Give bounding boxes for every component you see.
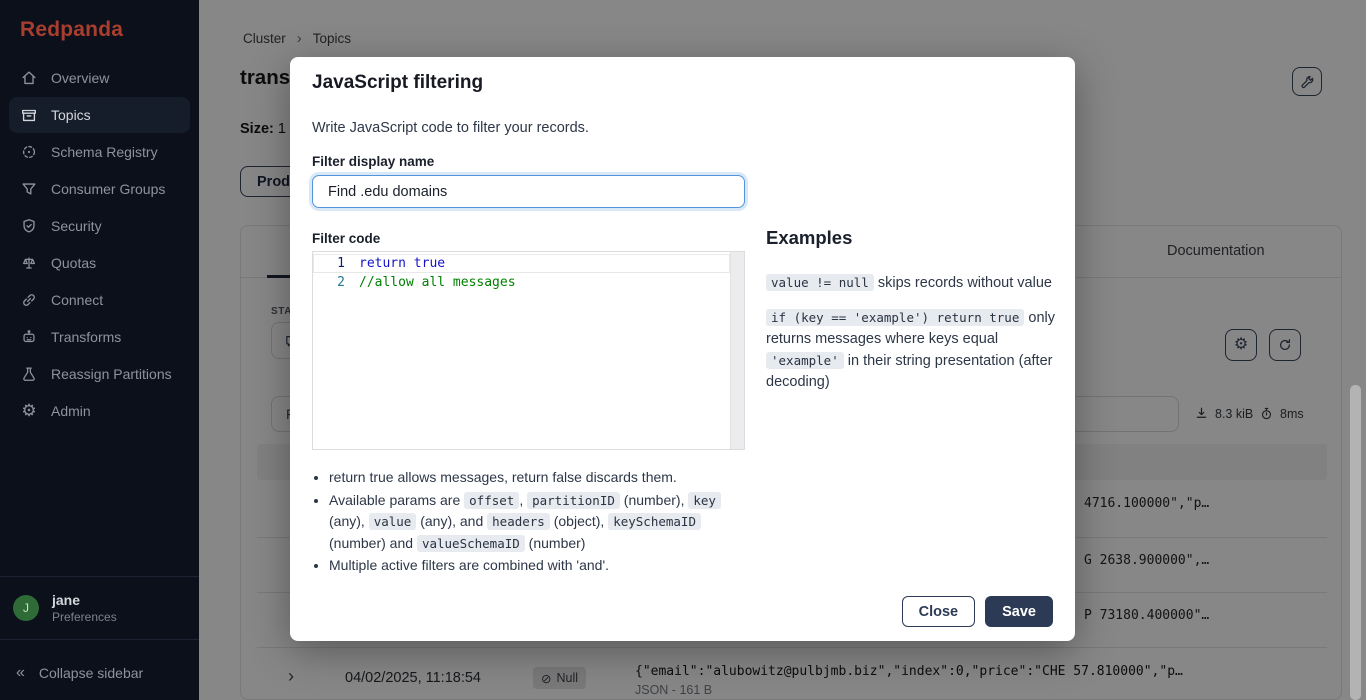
code-line: 2 //allow all messages <box>313 273 730 292</box>
sidebar-item-label: Overview <box>51 70 109 86</box>
code-editor-lines: 1 return true 2 //allow all messages <box>313 252 744 292</box>
preferences-link[interactable]: Preferences <box>52 610 117 624</box>
note-item: Multiple active filters are combined wit… <box>329 555 724 577</box>
line-number: 2 <box>313 273 359 292</box>
line-number: 1 <box>313 254 359 273</box>
sidebar-item-label: Schema Registry <box>51 144 158 160</box>
sidebar-nav: Overview Topics Schema Registry Consumer… <box>0 58 199 429</box>
sidebar-item-label: Reassign Partitions <box>51 366 172 382</box>
sidebar-item-label: Consumer Groups <box>51 181 165 197</box>
note-item: Available params are offset, partitionID… <box>329 490 724 555</box>
close-button[interactable]: Close <box>902 596 976 627</box>
filter-name-label: Filter display name <box>312 154 434 169</box>
shield-icon <box>20 217 38 235</box>
code-editor[interactable]: 1 return true 2 //allow all messages <box>312 251 745 450</box>
example-1: value != null skips records without valu… <box>766 272 1058 294</box>
sidebar-item-security[interactable]: Security <box>9 208 190 244</box>
redpanda-logo[interactable]: Redpanda <box>0 0 199 58</box>
filter-notes: return true allows messages, return fals… <box>312 467 724 578</box>
page-scrollbar[interactable] <box>1350 385 1361 700</box>
topics-box-icon <box>20 106 38 124</box>
sidebar-item-schema-registry[interactable]: Schema Registry <box>9 134 190 170</box>
code-text: return true <box>359 254 445 273</box>
double-chevron-left-icon: « <box>16 664 25 682</box>
modal-footer: Close Save <box>902 596 1053 627</box>
sidebar-item-topics[interactable]: Topics <box>9 97 190 133</box>
home-icon <box>20 69 38 87</box>
flask-icon <box>20 365 38 383</box>
sidebar-item-transforms[interactable]: Transforms <box>9 319 190 355</box>
modal-title: JavaScript filtering <box>312 72 483 94</box>
user-profile[interactable]: J jane Preferences <box>0 576 199 640</box>
sidebar-item-label: Topics <box>51 107 91 123</box>
collapse-sidebar-button[interactable]: « Collapse sidebar <box>0 659 199 687</box>
filter-name-input[interactable] <box>312 175 745 208</box>
sidebar-item-label: Quotas <box>51 255 96 271</box>
examples-heading: Examples <box>766 227 852 249</box>
schema-registry-icon <box>20 143 38 161</box>
filter-code-label: Filter code <box>312 231 380 246</box>
sidebar-item-admin[interactable]: ⚙ Admin <box>9 393 190 429</box>
save-button[interactable]: Save <box>985 596 1053 627</box>
sidebar-item-label: Transforms <box>51 329 121 345</box>
sidebar-item-connect[interactable]: Connect <box>9 282 190 318</box>
user-name: jane <box>52 592 117 608</box>
code-line: 1 return true <box>313 254 730 273</box>
note-item: return true allows messages, return fals… <box>329 467 724 489</box>
javascript-filtering-modal: JavaScript filtering Write JavaScript co… <box>290 57 1075 641</box>
sidebar-item-consumer-groups[interactable]: Consumer Groups <box>9 171 190 207</box>
modal-description: Write JavaScript code to filter your rec… <box>312 120 589 136</box>
scale-icon <box>20 254 38 272</box>
example-2: if (key == 'example') return true only r… <box>766 307 1058 393</box>
code-text: //allow all messages <box>359 273 516 292</box>
avatar: J <box>13 595 39 621</box>
gear-icon: ⚙ <box>20 402 38 420</box>
sidebar-item-label: Admin <box>51 403 91 419</box>
link-icon <box>20 291 38 309</box>
sidebar: Redpanda Overview Topics Schema Registry… <box>0 0 199 700</box>
sidebar-item-label: Security <box>51 218 102 234</box>
collapse-sidebar-label: Collapse sidebar <box>39 665 143 681</box>
sidebar-item-label: Connect <box>51 292 103 308</box>
app-root: Redpanda Overview Topics Schema Registry… <box>0 0 1366 700</box>
sidebar-item-reassign-partitions[interactable]: Reassign Partitions <box>9 356 190 392</box>
sidebar-item-overview[interactable]: Overview <box>9 60 190 96</box>
funnel-icon <box>20 180 38 198</box>
editor-scrollbar[interactable] <box>730 252 744 449</box>
robot-icon <box>20 328 38 346</box>
sidebar-item-quotas[interactable]: Quotas <box>9 245 190 281</box>
